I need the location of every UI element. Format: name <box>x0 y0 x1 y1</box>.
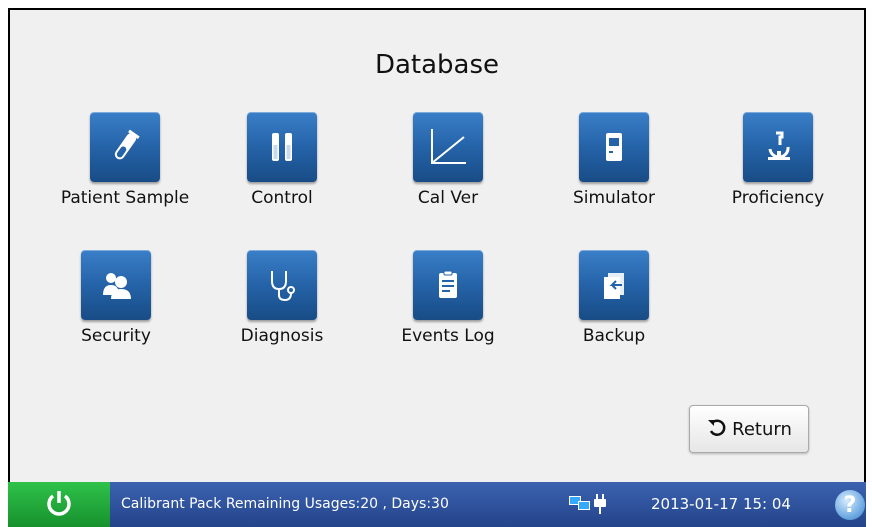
patient-sample-button[interactable]: Patient Sample <box>50 112 200 208</box>
tile-label: Events Log <box>401 326 495 346</box>
security-button[interactable]: Security <box>41 250 191 346</box>
tile-label: Diagnosis <box>240 326 324 346</box>
tile-label: Proficiency <box>731 188 825 208</box>
diagnosis-button[interactable]: Diagnosis <box>207 250 357 346</box>
microscope-icon <box>743 112 813 182</box>
backup-icon <box>579 250 649 320</box>
network-icon <box>568 494 592 518</box>
tile-label: Patient Sample <box>60 188 190 208</box>
power-button[interactable] <box>8 482 110 527</box>
backup-button[interactable]: Backup <box>539 250 689 346</box>
calibrant-status-text: Calibrant Pack Remaining Usages:20 , Day… <box>121 496 449 512</box>
main-panel: Database Patient Sample Control Cal Ver … <box>8 8 866 521</box>
power-plug-icon <box>593 493 607 519</box>
tile-label: Security <box>81 326 151 346</box>
tile-label: Backup <box>582 326 646 346</box>
simulator-icon <box>579 112 649 182</box>
cal-ver-button[interactable]: Cal Ver <box>373 112 523 208</box>
datetime-display: 2013-01-17 15: 04 <box>651 495 791 513</box>
help-icon: ? <box>843 492 857 518</box>
return-arrow-icon <box>706 417 726 442</box>
power-icon <box>46 489 72 521</box>
help-button[interactable]: ? <box>835 490 865 520</box>
page-title: Database <box>374 50 500 80</box>
clipboard-icon <box>413 250 483 320</box>
line-graph-icon <box>413 112 483 182</box>
status-bar: Calibrant Pack Remaining Usages:20 , Day… <box>8 482 866 527</box>
users-icon <box>81 250 151 320</box>
stethoscope-icon <box>247 250 317 320</box>
control-button[interactable]: Control <box>207 112 357 208</box>
return-label: Return <box>732 418 792 440</box>
tile-label: Control <box>251 188 313 208</box>
simulator-button[interactable]: Simulator <box>539 112 689 208</box>
events-log-button[interactable]: Events Log <box>373 250 523 346</box>
vials-icon <box>247 112 317 182</box>
tile-label: Cal Ver <box>417 188 479 208</box>
proficiency-button[interactable]: Proficiency <box>703 112 853 208</box>
tile-label: Simulator <box>572 188 656 208</box>
return-button[interactable]: Return <box>689 405 809 453</box>
test-tube-icon <box>90 112 160 182</box>
